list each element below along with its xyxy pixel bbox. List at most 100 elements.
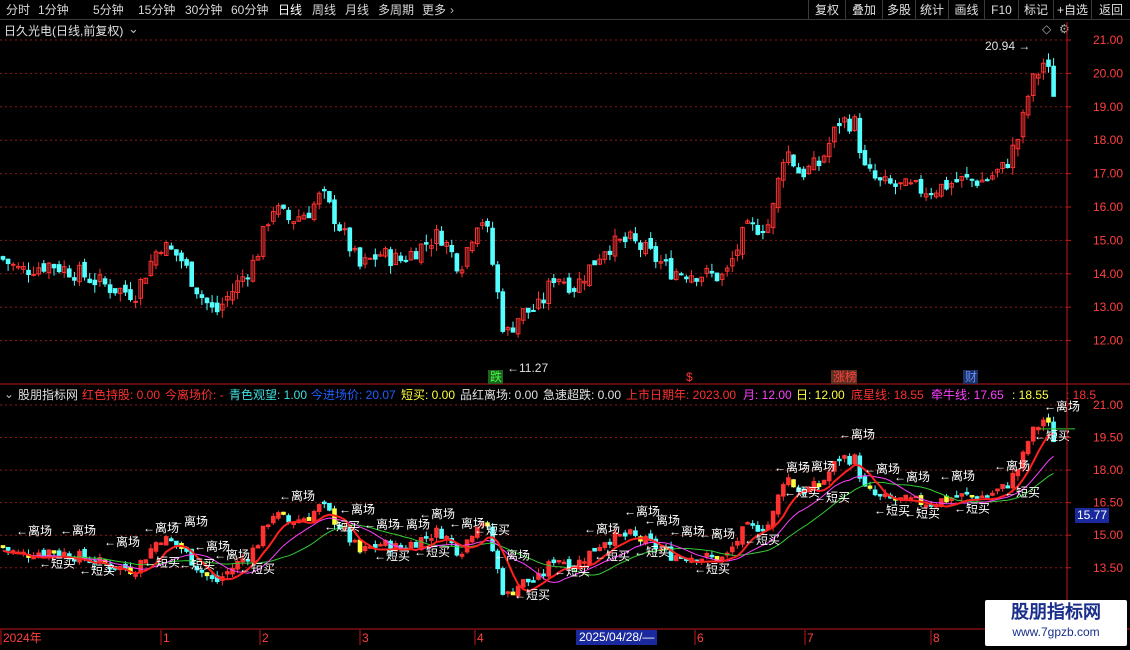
candle-body (668, 258, 674, 280)
ind-candle-body (311, 511, 317, 523)
candle-body (495, 264, 500, 293)
event-label: 跌 (490, 369, 502, 384)
event-label: 财 (965, 370, 977, 384)
ind-candle-body (985, 495, 990, 498)
candle-body (332, 199, 337, 225)
ind-candle-body (424, 536, 429, 539)
candle-body (816, 160, 822, 167)
ind-candle-body (459, 553, 465, 557)
candle-body (403, 259, 409, 262)
candle-body (791, 154, 796, 167)
watermark-url: www.7gpzb.com (1012, 625, 1100, 639)
signal-leave: ←离场 (584, 521, 620, 536)
ind-candle-body (607, 541, 613, 545)
candle-body (449, 244, 455, 253)
candle-body (245, 277, 251, 280)
candle-body (857, 117, 863, 154)
signal-buy: ←短买 (414, 545, 450, 559)
watermark-logo: 股朋指标网 www.7gpzb.com (985, 600, 1127, 646)
ind-candle-body (867, 485, 873, 489)
candle-body (204, 297, 210, 304)
signal-buy: ←短买 (239, 562, 275, 576)
candle-body (184, 259, 189, 266)
ind-candle-body (271, 515, 276, 524)
signal-buy: ←短买 (744, 533, 780, 547)
ind-candle-body (255, 545, 261, 549)
ind-candle-body (821, 479, 827, 485)
y-tick-label: 21.00 (1093, 33, 1123, 47)
ind-candle-body (41, 549, 47, 556)
ind-candle-body (327, 502, 332, 511)
ind-y-tick-label: 15.00 (1093, 528, 1123, 542)
ind-candle-body (786, 477, 791, 486)
signal-buy: ←短买 (474, 523, 510, 537)
candle-body (337, 224, 342, 231)
candle-body (755, 224, 761, 235)
ind-candle-body (260, 525, 266, 547)
candle-body (158, 251, 164, 254)
ind-candle-body (531, 580, 536, 583)
ind-candle-body (464, 539, 470, 553)
y-tick-label: 19.00 (1093, 100, 1123, 114)
ind-candle-body (322, 501, 327, 505)
ind-candle-body (378, 544, 383, 547)
candle-body (796, 167, 801, 174)
candle-body (969, 178, 975, 181)
signal-leave: ←离场 (494, 547, 530, 562)
y-tick-label: 17.00 (1093, 167, 1123, 181)
ind-candle-body (633, 530, 638, 536)
candle-body (684, 276, 689, 280)
candle-body (944, 179, 949, 190)
candle-body (510, 327, 516, 333)
ind-candle-body (5, 546, 11, 551)
candle-body (67, 268, 72, 278)
ind-candle-body (628, 529, 633, 535)
ind-candle-body (837, 458, 842, 462)
candle-body (209, 302, 215, 308)
candle-body (485, 220, 490, 227)
signal-leave: ←离场 (799, 459, 835, 474)
candle-body (566, 277, 572, 293)
candle-body (872, 170, 878, 179)
candle-body (31, 273, 36, 276)
ind-candle-body (979, 495, 985, 498)
x-tick-label: 4 (477, 631, 484, 645)
candle-body (5, 258, 11, 265)
x-tick-label: 8 (933, 631, 940, 645)
ind-y-tick-label: 13.50 (1093, 561, 1123, 575)
x-tick-label: 1 (163, 631, 170, 645)
ind-candle-body (281, 511, 286, 515)
ind-candle-body (582, 561, 587, 564)
ind-candle-body (990, 492, 995, 496)
ind-candle-body (775, 494, 781, 515)
candle-body (439, 230, 444, 246)
signal-buy: ←短买 (694, 562, 730, 576)
y-tick-label: 16.00 (1093, 200, 1123, 214)
signal-buy: ←短买 (144, 556, 180, 570)
ind-candle-body (755, 525, 761, 532)
ind-candle-body (373, 544, 378, 548)
ind-candle-body (174, 540, 179, 546)
ind-candle-body (225, 571, 230, 575)
candle-body (500, 291, 506, 332)
ind-candle-body (959, 493, 965, 497)
price-chart[interactable]: ←离场 ←离场←离场←离场←离场←离场←离场←离场←离场←离场←离场←离场←离场←… (0, 0, 1130, 650)
candle-body (413, 251, 419, 260)
ind-candle-body (918, 495, 924, 506)
signal-buy: ←短买 (39, 556, 75, 570)
candle-body (424, 242, 429, 245)
y-tick-label: 13.00 (1093, 300, 1123, 314)
ind-candle-body (158, 542, 164, 546)
ind-candle-body (362, 545, 368, 552)
candle-body (327, 191, 332, 203)
candle-body (322, 189, 327, 192)
candle-body (398, 255, 404, 262)
candle-body (801, 168, 807, 178)
ind-candle-body (505, 591, 511, 594)
signal-leave: ←离场 (16, 523, 52, 538)
ind-candle-body (847, 455, 852, 465)
ind-candle-body (439, 528, 444, 539)
candle-body (622, 236, 628, 243)
candle-body (367, 257, 373, 260)
candle-body (913, 179, 919, 182)
